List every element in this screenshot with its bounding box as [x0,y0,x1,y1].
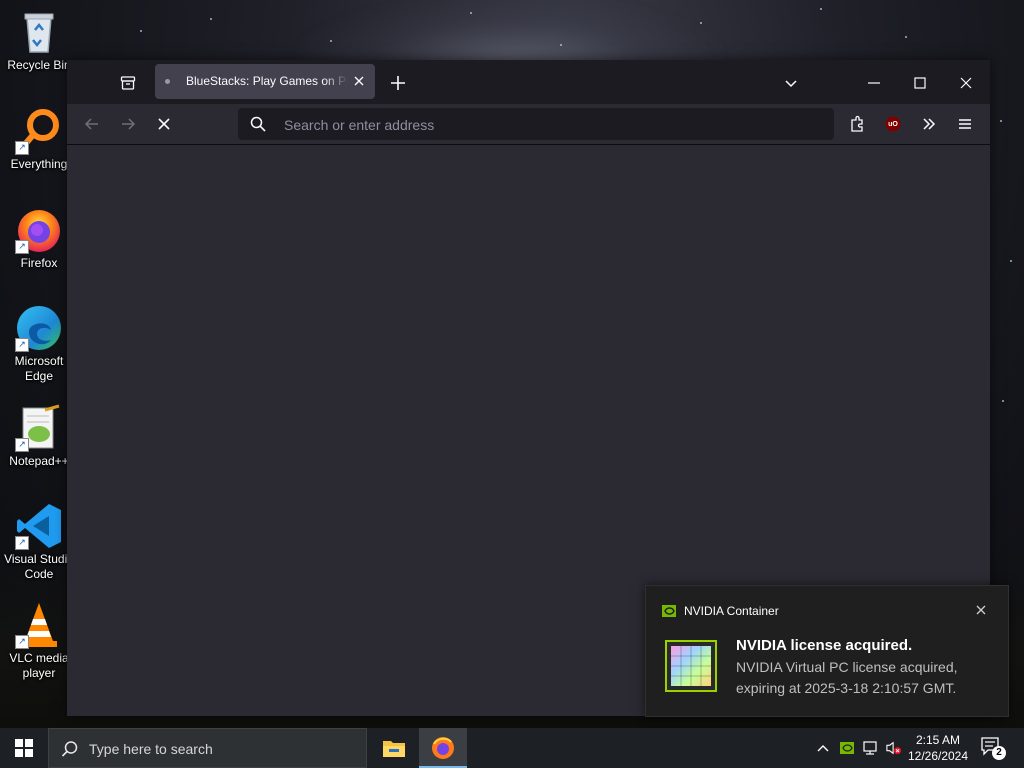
desktop-icon-label: Firefox [20,256,58,270]
gpu-chip-icon [665,640,717,692]
stop-loading-button[interactable] [152,112,176,136]
desktop-icon-label: Notepad++ [9,454,69,468]
tab-bluestacks[interactable]: BlueStacks: Play Games on PC & Mac [155,64,375,99]
close-icon [960,77,972,89]
maximize-button[interactable] [909,72,931,94]
shortcut-arrow-icon: ↗ [15,338,29,352]
ublock-badge-text: uO [888,120,898,128]
address-input[interactable] [282,108,826,142]
desktop-icon-label: Recycle Bin [7,58,71,72]
minimize-button[interactable] [863,72,885,94]
more-tools-button[interactable] [917,112,941,136]
desktop-icon-label: Microsoft Edge [14,354,64,383]
forward-button[interactable] [116,112,140,136]
edge-icon: ↗ [15,304,63,352]
desktop-icon-label: Visual Studio Code [4,552,74,581]
taskbar-firefox[interactable] [419,728,467,768]
stop-x-icon [158,118,170,130]
minimize-icon [868,82,880,84]
firefox-view-button[interactable] [117,72,139,94]
firefox-icon [432,737,454,759]
desktop-icon-microsoft-edge[interactable]: ↗ Microsoft Edge [2,304,76,384]
back-button[interactable] [80,112,104,136]
notification-count-badge: 2 [992,746,1006,760]
recycle-bin-icon [15,8,63,56]
tab-close-button[interactable] [351,73,367,89]
desktop-icon-everything[interactable]: ↗ Everything [2,107,76,172]
clock-time: 2:15 AM [915,733,961,747]
taskbar-clock[interactable]: 2:15 AM 12/26/2024 [903,732,973,764]
tab-bar: BlueStacks: Play Games on PC & Mac [67,60,990,104]
desktop-icon-notepad-plus-plus[interactable]: ↗ Notepad++ [2,404,76,469]
firefox-view-icon [120,76,136,90]
extensions-button[interactable] [845,112,869,136]
folder-icon [383,741,405,757]
puzzle-piece-icon [851,115,863,132]
show-hidden-icons-button[interactable] [815,740,831,756]
desktop-icon-vlc[interactable]: ↗ VLC media player [2,601,76,681]
start-button[interactable] [0,728,48,768]
app-menu-button[interactable] [953,112,977,136]
maximize-icon [914,77,926,89]
chevron-down-icon [785,80,797,88]
vlc-cone-icon: ↗ [15,601,63,649]
search-icon [61,741,78,757]
notepad-plus-plus-icon: ↗ [15,404,63,452]
notification-toast[interactable]: NVIDIA Container NVIDIA license acquired… [645,585,1009,717]
tab-loading-dot-icon [165,79,170,84]
speaker-muted-icon [886,741,902,755]
desktop-icon-firefox[interactable]: ↗ Firefox [2,206,76,271]
taskbar-search-placeholder: Type here to search [89,741,213,757]
firefox-icon: ↗ [15,206,63,254]
windows-logo-icon [15,739,33,757]
nvidia-logo-icon [662,605,676,617]
double-chevron-right-icon [923,118,936,130]
shortcut-arrow-icon: ↗ [15,438,29,452]
notification-close-button[interactable] [974,603,988,617]
taskbar: Type here to search 2:15 AM 12/26/2024 2 [0,728,1024,768]
everything-search-icon: ↗ [15,107,63,155]
plus-icon [391,76,405,90]
tab-title: BlueStacks: Play Games on PC & Mac [186,74,348,88]
shortcut-arrow-icon: ↗ [15,536,29,550]
list-all-tabs-button[interactable] [780,72,802,94]
tray-volume-muted[interactable] [886,740,902,756]
close-window-button[interactable] [955,72,977,94]
address-bar[interactable] [238,108,834,142]
nvidia-logo-icon [840,742,854,754]
new-tab-button[interactable] [387,72,409,94]
shortcut-arrow-icon: ↗ [15,240,29,254]
ublock-origin-button[interactable]: uO [881,112,905,136]
chevron-up-icon [817,745,829,752]
desktop-icon-recycle-bin[interactable]: Recycle Bin [2,8,76,73]
notification-app-name: NVIDIA Container [684,604,779,618]
taskbar-file-explorer[interactable] [370,728,418,768]
action-center-button[interactable]: 2 [980,736,1006,760]
arrow-left-icon [84,118,98,130]
vscode-icon: ↗ [15,502,63,550]
notification-body: NVIDIA Virtual PC license acquired, expi… [736,659,958,696]
taskbar-search-box[interactable]: Type here to search [48,728,367,768]
shortcut-arrow-icon: ↗ [15,141,29,155]
navigation-toolbar: uO [67,104,990,145]
hamburger-menu-icon [959,119,971,129]
desktop-icon-label: Everything [10,157,68,171]
desktop-icon-visual-studio-code[interactable]: ↗ Visual Studio Code [2,502,76,582]
network-wired-icon [863,741,877,755]
tray-network[interactable] [863,740,879,756]
notification-title: NVIDIA license acquired. [736,637,913,654]
close-icon [976,605,986,615]
clock-date: 12/26/2024 [907,749,969,763]
desktop-icon-label: VLC media player [9,651,69,680]
close-icon [354,76,364,86]
shortcut-arrow-icon: ↗ [15,635,29,649]
search-icon [250,116,266,132]
arrow-right-icon [122,118,136,130]
tray-nvidia[interactable] [839,740,855,756]
